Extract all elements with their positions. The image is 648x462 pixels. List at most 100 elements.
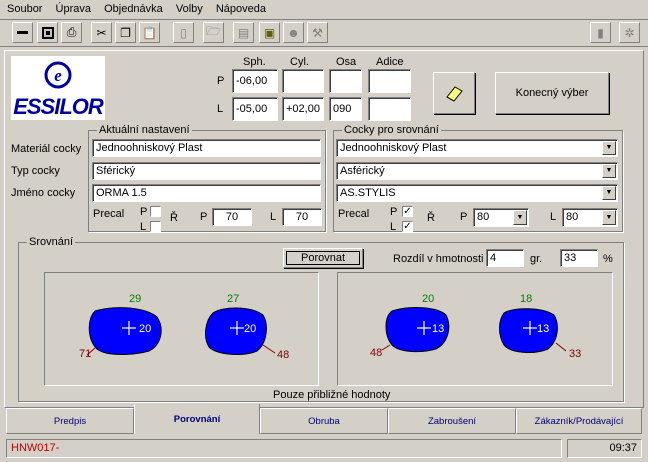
l-cyl-field[interactable]: +02,00 (282, 97, 324, 121)
current-precal-l-label: L (140, 221, 147, 233)
lens-panel-compare (337, 272, 613, 386)
compare-material-select[interactable]: Jednoohniskový Plast ▼ (336, 139, 618, 157)
compare-r-top-value: 20 (422, 293, 435, 305)
current-l-bottom-value: 48 (277, 349, 290, 361)
tab-porovnani[interactable]: Porovnání (134, 404, 260, 434)
p-cyl-field[interactable] (282, 69, 324, 93)
chevron-down-icon[interactable]: ▼ (602, 210, 616, 225)
name-label: Jméno cocky (11, 187, 76, 199)
essilor-logo: e ESSILOR (11, 56, 105, 120)
header-sph: Sph. (243, 56, 266, 68)
tab-obruba[interactable]: Obruba (260, 408, 388, 434)
current-material-field[interactable]: Jednoohniskový Plast (92, 139, 321, 157)
minus-icon[interactable] (12, 22, 33, 43)
current-p-field[interactable]: 70 (212, 208, 252, 226)
percent-unit-label: % (603, 253, 613, 265)
weight-unit-label: gr. (530, 253, 543, 265)
status-text: HNW017- (11, 442, 60, 454)
l-sph-field[interactable]: -05,00 (232, 97, 278, 121)
compare-material-value: Jednoohniskový Plast (340, 142, 447, 154)
row-label-l: L (217, 103, 224, 115)
menu-uprava[interactable]: Úprava (56, 3, 91, 15)
weight-diff-field: 4 (486, 249, 524, 267)
compare-precal-label: Precal (338, 208, 370, 220)
p-sph-field[interactable]: -06,00 (232, 69, 278, 93)
cut-icon[interactable]: ✂ (91, 22, 112, 43)
current-precal-p-label: P (140, 206, 148, 218)
compare-p-label: P (460, 211, 468, 223)
tab-zakaznik[interactable]: Zákazník/Prodávající (516, 408, 642, 434)
tools-icon[interactable]: ⚒ (307, 22, 328, 43)
current-p-label: P (200, 211, 208, 223)
percent-diff-field: 33 (560, 249, 598, 267)
compare-title: Cocky pro srovnání (342, 124, 441, 136)
current-precal-p-checkbox[interactable] (150, 206, 161, 217)
p-osa-field[interactable] (329, 69, 362, 93)
compare-l-center-value: 13 (537, 323, 550, 335)
l-adice-field[interactable] (368, 97, 411, 121)
compare-precal-p-checkbox[interactable]: ✓ (402, 206, 413, 217)
current-name-field[interactable]: ORMA 1.5 (92, 184, 321, 202)
chevron-down-icon[interactable]: ▼ (513, 210, 527, 225)
chevron-down-icon[interactable]: ▼ (602, 164, 616, 178)
compare-type-select[interactable]: Asférický ▼ (336, 162, 618, 180)
compare-precal-l-checkbox[interactable]: ✓ (402, 221, 413, 232)
current-type-field[interactable]: Sférický (92, 162, 321, 180)
print-icon[interactable]: ⎙ (61, 22, 82, 43)
paste-icon[interactable]: 📋 (139, 22, 160, 43)
chevron-down-icon[interactable]: ▼ (602, 141, 616, 155)
compare-p-select[interactable]: 80 ▼ (473, 208, 529, 227)
current-l-center-value: 20 (244, 323, 257, 335)
compare-name-select[interactable]: AS.STYLIS ▼ (336, 184, 618, 202)
eraser-button[interactable] (433, 72, 475, 114)
menu-volby[interactable]: Volby (176, 3, 203, 15)
face-icon[interactable]: ☻ (283, 22, 304, 43)
header-osa: Osa (336, 56, 357, 68)
current-settings-title: Aktuální nastavení (97, 124, 192, 136)
compare-button[interactable]: Porovnat (283, 248, 363, 268)
cabinet-icon[interactable]: ▤ (233, 22, 254, 43)
compare-p-value: 80 (477, 211, 490, 223)
compare-name-value: AS.STYLIS (340, 187, 396, 199)
open-folder-icon[interactable]: 🗁 (203, 22, 224, 43)
tab-predpis[interactable]: Predpis (6, 408, 134, 434)
save-icon[interactable] (37, 22, 58, 43)
new-doc-icon[interactable]: ▯ (173, 22, 194, 43)
compare-r-label: Ř (427, 212, 435, 224)
current-l-label: L (270, 211, 277, 223)
current-l-top-value: 27 (227, 293, 240, 305)
p-adice-field[interactable] (368, 69, 411, 93)
compare-type-value: Asférický (340, 165, 385, 177)
money-icon[interactable]: ▣ (259, 22, 280, 43)
current-precal-l-checkbox[interactable] (150, 221, 161, 232)
menu-bar: Soubor Úprava Objednávka Volby Nápoveda (7, 2, 276, 18)
menu-objednavka[interactable]: Objednávka (104, 3, 163, 15)
material-label: Materiál cocky (11, 143, 82, 155)
comparison-title: Srovnání (27, 236, 76, 248)
tab-zabrouseni[interactable]: Zabroušení (388, 408, 516, 434)
current-r-top-value: 29 (129, 293, 142, 305)
door-icon[interactable]: ▮ (590, 22, 611, 43)
menu-napoveda[interactable]: Nápoveda (216, 3, 266, 15)
compare-l-top-value: 18 (520, 293, 533, 305)
status-clock: 09:37 (567, 439, 642, 458)
header-adice: Adice (376, 56, 404, 68)
final-selection-button[interactable]: Konecný výber (495, 72, 609, 114)
current-l-field[interactable]: 70 (282, 208, 322, 226)
compare-precal-p-label: P (390, 206, 398, 218)
menu-soubor[interactable]: Soubor (7, 3, 42, 15)
current-r-bottom-value: 71 (79, 348, 92, 360)
current-r-label: Ř (170, 212, 178, 224)
web-icon[interactable]: ✲ (619, 22, 640, 43)
compare-l-label: L (550, 211, 557, 223)
current-r-center-value: 20 (139, 323, 152, 335)
chevron-down-icon[interactable]: ▼ (602, 186, 616, 200)
copy-icon[interactable]: ❐ (115, 22, 136, 43)
lens-panel-current (44, 272, 319, 386)
current-precal-label: Precal (93, 208, 125, 220)
l-osa-field[interactable]: 090 (329, 97, 362, 121)
approximate-note: Pouze přibližné hodnoty (273, 389, 391, 401)
compare-l-value: 80 (566, 211, 579, 223)
compare-l-select[interactable]: 80 ▼ (562, 208, 618, 227)
left-lens-compare (499, 308, 567, 353)
